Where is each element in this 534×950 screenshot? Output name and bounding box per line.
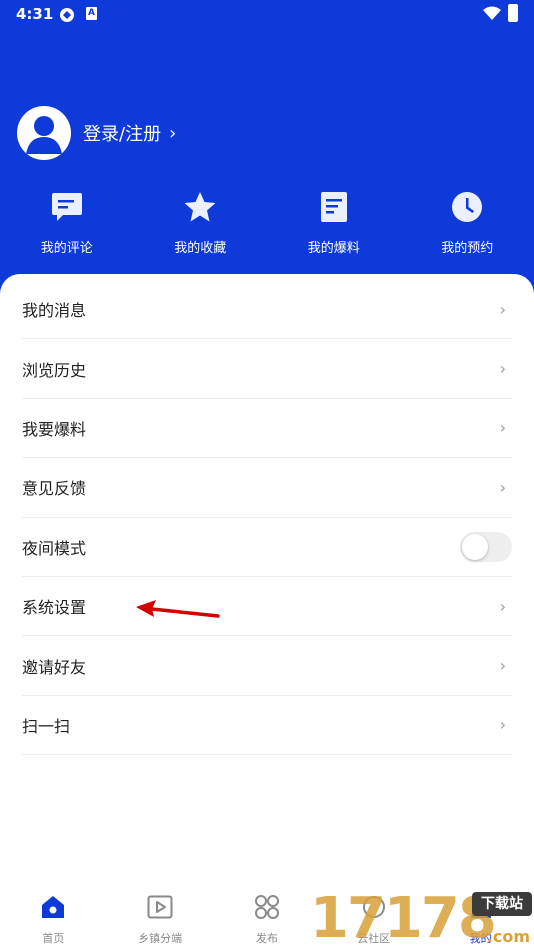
menu-item-system-settings[interactable]: 系统设置 › [22,577,512,637]
nav-item-publish[interactable]: 发布 [214,884,321,950]
quick-action-reports[interactable]: 我的爆料 [267,190,401,260]
star-icon [183,190,217,224]
watermark-digits: 17178 [310,886,497,950]
settings-panel: 我的消息 › 浏览历史 › 我要爆料 › 意见反馈 › 夜间模式 系统设置 › … [0,274,534,884]
login-register-row[interactable]: 登录/注册 › [17,105,176,161]
menu-item-label: 我要爆料 [22,419,87,439]
status-time: 4:31 [16,5,54,23]
nav-label: 发布 [255,932,278,945]
menu-item-feedback[interactable]: 意见反馈 › [22,458,512,518]
chevron-right-icon: › [499,656,506,676]
quick-action-comments[interactable]: 我的评论 [0,190,134,260]
user-icon [26,116,62,154]
nav-label: 乡镇分端 [138,932,183,945]
chevron-right-icon: › [499,418,506,438]
avatar[interactable] [17,106,71,160]
menu-list: 我的消息 › 浏览历史 › 我要爆料 › 意见反馈 › 夜间模式 系统设置 › … [22,280,512,756]
quick-action-appointments[interactable]: 我的预约 [401,190,534,260]
status-bar: 4:31 A [0,0,534,30]
nav-label: 首页 [42,932,65,945]
chevron-right-icon: › [499,477,506,497]
menu-item-invite-friends[interactable]: 邀请好友 › [22,636,512,696]
document-icon [317,190,351,224]
menu-item-label: 系统设置 [22,598,87,618]
quick-action-label: 我的收藏 [174,241,227,256]
annotation-arrow-icon [136,600,220,618]
apps-icon [252,892,282,922]
menu-item-messages[interactable]: 我的消息 › [22,280,512,340]
chevron-right-icon: › [499,596,506,616]
menu-item-label: 我的消息 [22,301,87,321]
menu-item-label: 夜间模式 [22,538,87,558]
chevron-right-icon: › [499,299,506,319]
battery-icon [508,4,518,22]
chevron-right-icon: › [169,122,177,144]
watermark: 17178 下载站 .com [310,882,534,950]
menu-item-scan[interactable]: 扫一扫 › [22,696,512,756]
nav-item-township[interactable]: 乡镇分端 [107,884,214,950]
menu-item-submit-report[interactable]: 我要爆料 › [22,399,512,459]
night-mode-toggle[interactable] [460,531,512,562]
quick-action-label: 我的评论 [40,241,93,256]
login-register-label[interactable]: 登录/注册 [83,120,161,146]
comment-icon [50,190,84,224]
menu-item-label: 浏览历史 [22,360,87,380]
quick-action-favorites[interactable]: 我的收藏 [134,190,268,260]
menu-item-label: 意见反馈 [22,479,87,499]
chevron-right-icon: › [499,715,506,735]
toggle-knob [462,533,488,560]
clock-icon [450,190,484,224]
menu-item-label: 邀请好友 [22,657,87,677]
menu-item-history[interactable]: 浏览历史 › [22,339,512,399]
quick-action-label: 我的爆料 [307,241,360,256]
watermark-suffix: .com [486,927,530,946]
watermark-badge: 下载站 [472,892,532,916]
home-icon [38,892,68,922]
wifi-icon [483,6,501,25]
play-icon [145,892,175,922]
notification-icon: A [86,7,97,20]
quick-actions: 我的评论 我的收藏 我的爆料 我的预约 [0,190,534,260]
menu-item-night-mode: 夜间模式 [22,518,512,577]
menu-item-label: 扫一扫 [22,716,71,736]
sync-icon [58,6,76,28]
nav-item-home[interactable]: 首页 [0,884,107,950]
profile-header: 4:31 A 登录/注册 › 我的评论 我的收藏 我的爆料 我的预约 [0,0,534,300]
chevron-right-icon: › [499,359,506,379]
quick-action-label: 我的预约 [441,241,494,256]
